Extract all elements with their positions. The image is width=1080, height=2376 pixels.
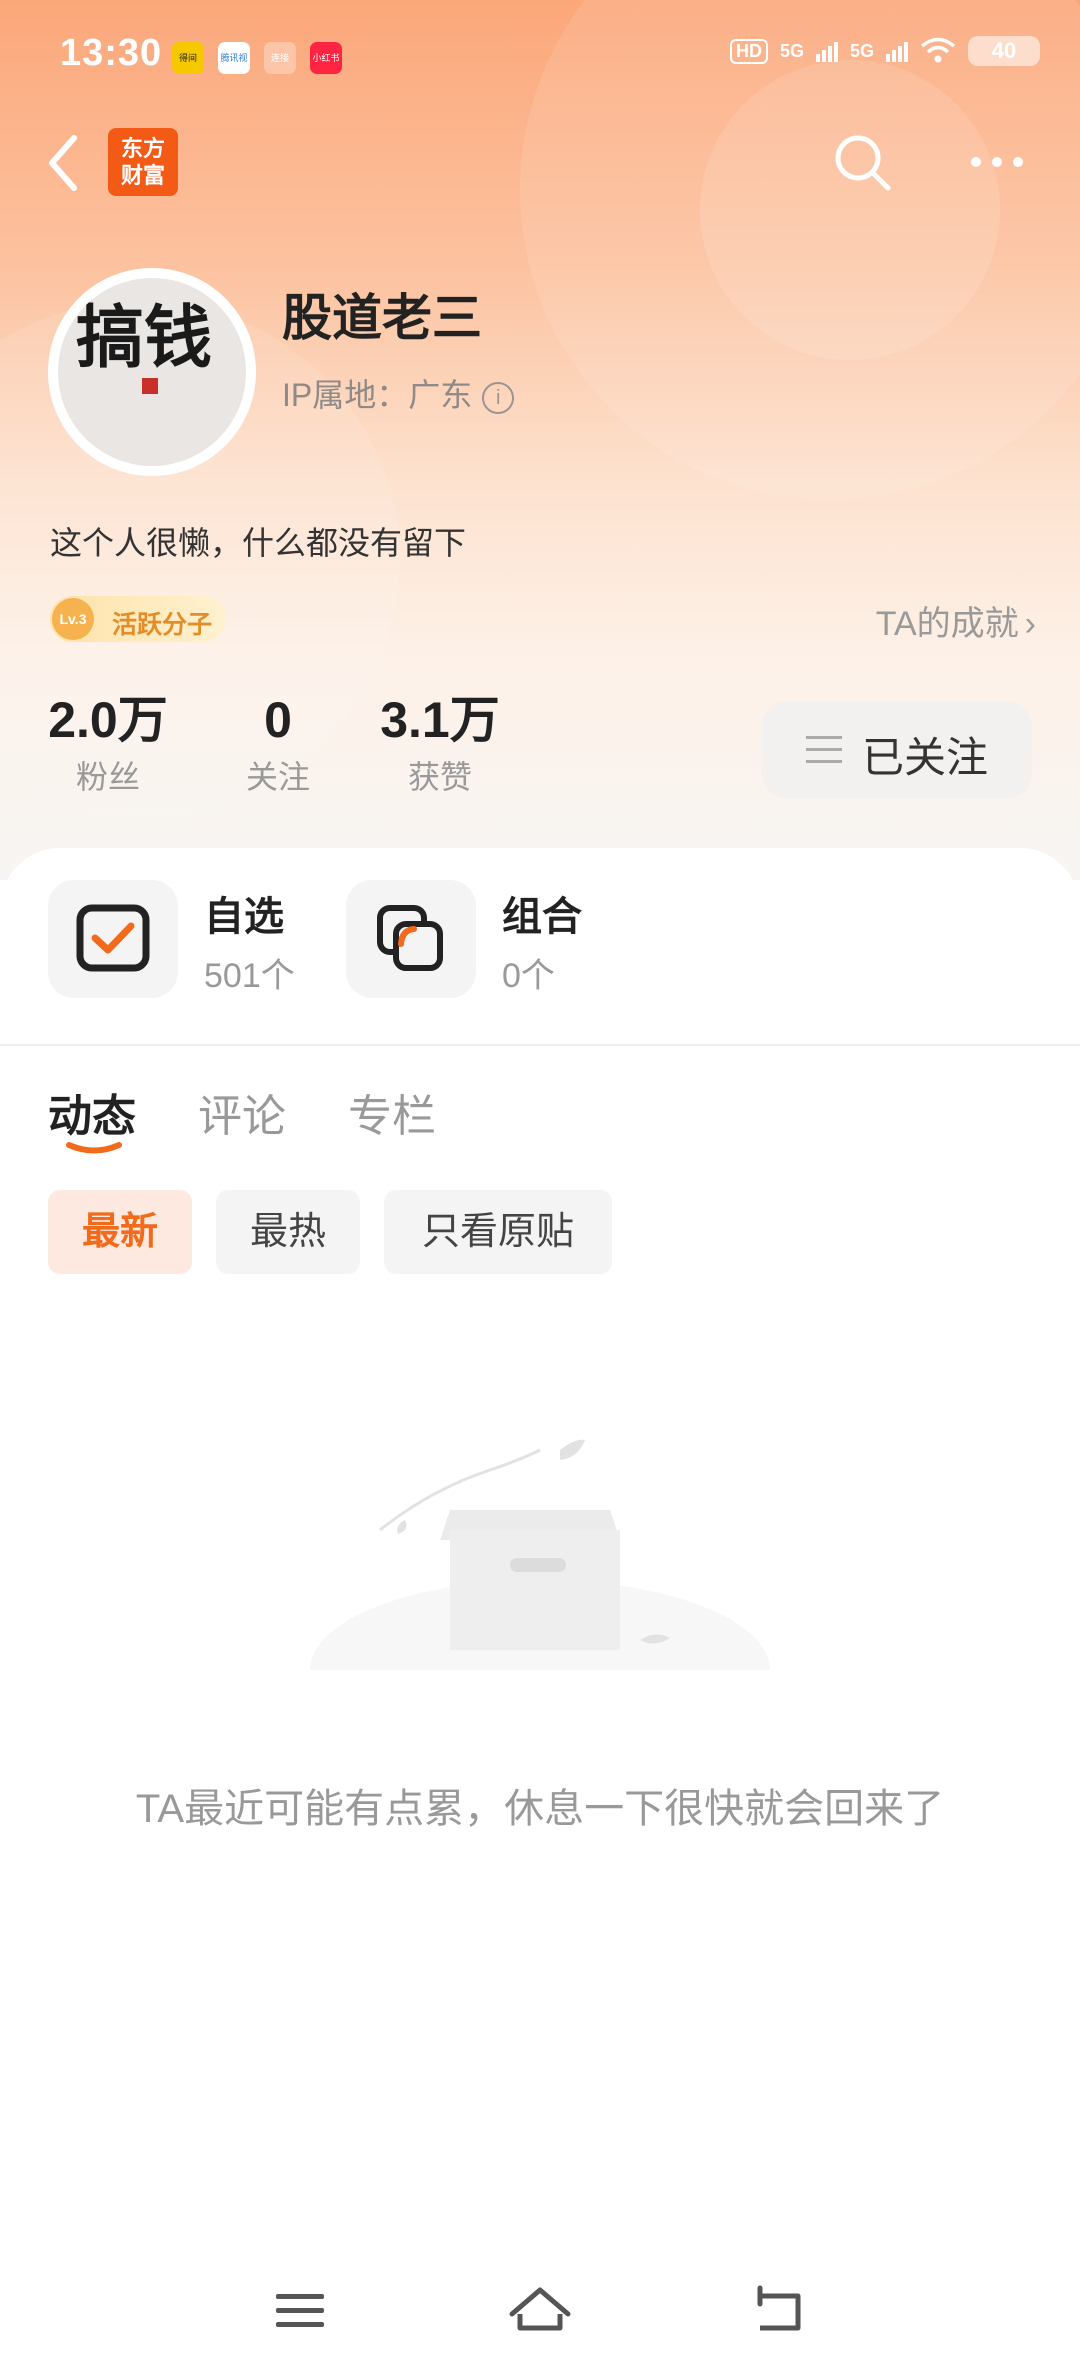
app-notification-icon: 小红书 xyxy=(310,42,342,74)
app-notification-icon: 腾讯视频 xyxy=(218,42,250,74)
more-button[interactable] xyxy=(968,150,1026,174)
app-notification-icon: 连接 xyxy=(264,42,296,74)
stat-likes[interactable]: 3.1万 获赞 xyxy=(380,690,500,798)
level-icon: Lv.3 xyxy=(52,598,94,640)
tab-comments[interactable]: 评论 xyxy=(198,1080,286,1144)
active-tab-indicator xyxy=(66,1142,122,1154)
back-nav-icon[interactable] xyxy=(740,2270,820,2350)
portfolio-entry[interactable]: 组合 0个 xyxy=(346,880,626,998)
avatar-seal xyxy=(142,378,158,394)
battery-indicator: 40 xyxy=(968,36,1040,66)
hd-indicator: HD xyxy=(729,38,768,64)
back-button[interactable] xyxy=(44,130,84,196)
follow-button[interactable]: 已关注 xyxy=(762,702,1032,798)
logo-text: 财富 xyxy=(120,163,165,188)
tab-activity[interactable]: 动态 xyxy=(48,1080,136,1144)
badge-title: 活跃分子 xyxy=(112,611,213,639)
filter-latest[interactable]: 最新 xyxy=(48,1190,192,1274)
watchlist-count: 501个 xyxy=(204,957,295,995)
status-time: 13:30 xyxy=(60,32,163,74)
ip-location-text: IP属地：广东 xyxy=(282,377,473,413)
status-indicators: HD 5G 5G 40 xyxy=(729,36,1040,66)
achievements-label: TA的成就 xyxy=(875,605,1019,643)
app-notification-icon: 得间 xyxy=(172,42,204,74)
level-badge[interactable]: Lv.3 活跃分子 xyxy=(50,596,226,642)
signal-bars-icon xyxy=(886,42,908,62)
menu-icon[interactable] xyxy=(260,2270,340,2350)
signal-icon: 5G xyxy=(849,40,874,61)
filter-original-only[interactable]: 只看原贴 xyxy=(384,1190,612,1274)
stat-label: 关注 xyxy=(245,759,310,795)
checkbox-icon xyxy=(76,904,150,972)
stat-value: 2.0万 xyxy=(48,692,168,748)
watchlist-icon-box xyxy=(48,880,178,998)
chevron-right-icon: › xyxy=(1024,605,1036,643)
stat-followers[interactable]: 2.0万 粉丝 xyxy=(48,690,168,798)
chevron-left-icon xyxy=(49,135,77,191)
info-icon[interactable]: i xyxy=(482,382,515,414)
user-name: 股道老三 xyxy=(282,290,482,346)
portfolio-icon-box xyxy=(346,880,476,998)
system-nav-bar xyxy=(0,2270,1080,2376)
signal-bars-icon xyxy=(815,42,838,62)
follow-button-label: 已关注 xyxy=(862,734,989,781)
empty-box-illustration xyxy=(310,1439,770,1690)
divider xyxy=(0,1044,1080,1046)
home-icon[interactable] xyxy=(500,2270,580,2350)
signal-icon: 5G xyxy=(779,40,804,61)
stat-value: 3.1万 xyxy=(380,692,500,748)
avatar-calligraphy: 搞钱 xyxy=(76,298,213,378)
stat-label: 获赞 xyxy=(407,759,472,795)
portfolio-title: 组合 xyxy=(502,895,582,939)
portfolio-icon xyxy=(377,905,443,971)
empty-state-message: TA最近可能有点累，休息一下很快就会回来了 xyxy=(135,1787,945,1831)
menu-lines-icon xyxy=(806,736,842,763)
user-bio: 这个人很懒，什么都没有留下 xyxy=(50,525,467,561)
tab-columns[interactable]: 专栏 xyxy=(348,1080,436,1144)
ip-location: IP属地：广东 i xyxy=(282,370,515,416)
stat-value: 0 xyxy=(264,692,292,748)
portfolio-count: 0个 xyxy=(502,957,555,995)
avatar-image: 搞钱 xyxy=(58,278,246,466)
app-logo: 东方 财富 xyxy=(108,128,178,196)
avatar[interactable]: 搞钱 xyxy=(48,268,256,476)
watchlist-title: 自选 xyxy=(204,895,284,939)
more-dots-icon xyxy=(971,157,1023,167)
achievements-link[interactable]: TA的成就 › xyxy=(876,596,1036,645)
notification-icons: 得间 腾讯视频 连接 小红书 xyxy=(172,42,342,74)
stat-following[interactable]: 0 关注 xyxy=(228,690,328,798)
wifi-icon xyxy=(920,37,956,63)
logo-text: 东方 xyxy=(120,136,165,161)
search-button[interactable] xyxy=(830,130,894,194)
filter-hottest[interactable]: 最热 xyxy=(216,1190,360,1274)
stat-label: 粉丝 xyxy=(75,759,140,795)
watchlist-entry[interactable]: 自选 501个 xyxy=(48,880,328,998)
status-bar: 13:30 得间 腾讯视频 连接 小红书 HD 5G 5G 40 xyxy=(0,0,1080,110)
search-icon xyxy=(835,135,891,191)
